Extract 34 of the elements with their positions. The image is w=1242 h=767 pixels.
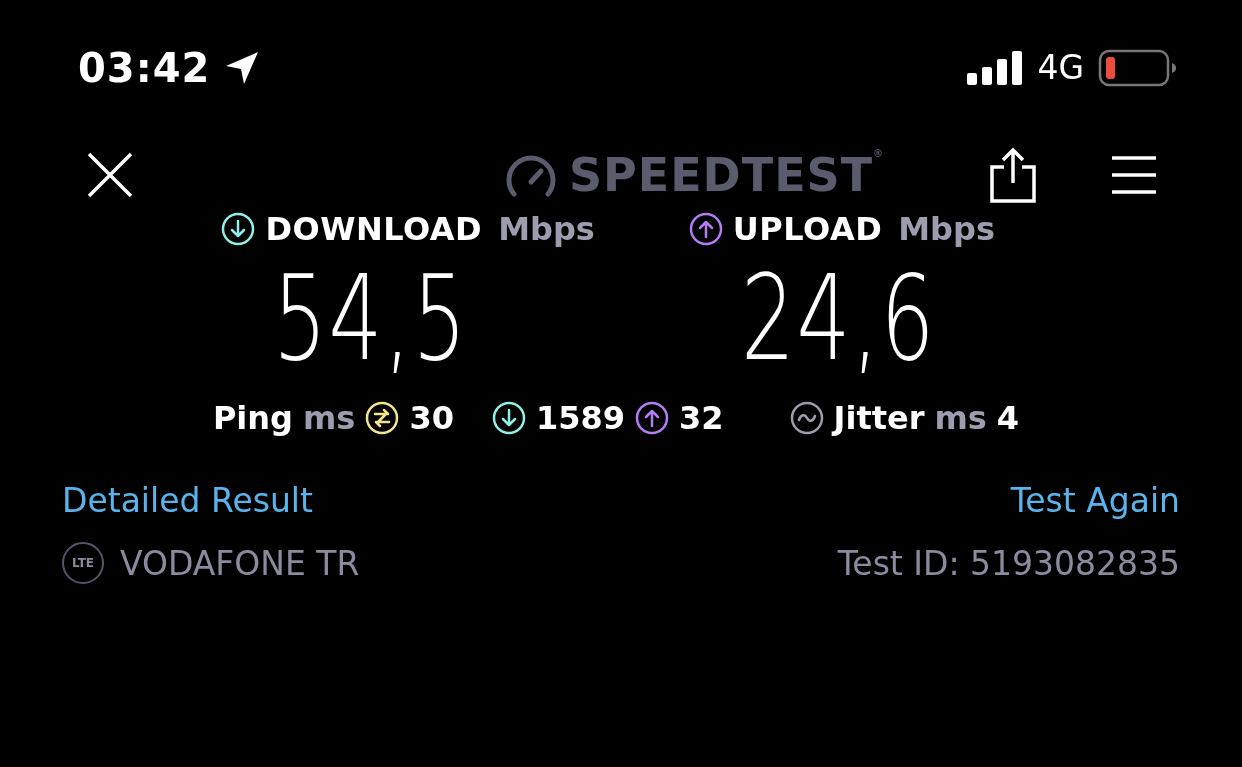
menu-icon[interactable] — [1112, 155, 1156, 195]
upload-icon — [634, 401, 669, 435]
ping-value: 30 — [409, 399, 454, 437]
test-id: Test ID: 5193082835 — [837, 543, 1180, 583]
battery-icon — [1098, 48, 1178, 87]
status-time: 03:42 — [78, 44, 211, 91]
jitter-label: Jitter — [833, 399, 925, 437]
share-icon[interactable] — [990, 147, 1036, 203]
download-icon — [491, 401, 526, 435]
unit-label: Mbps — [498, 210, 595, 248]
download-icon — [221, 212, 256, 246]
unit-label: ms — [303, 399, 356, 437]
test-again-link[interactable]: Test Again — [1010, 481, 1180, 520]
location-arrow-icon — [224, 49, 261, 86]
download-ping-value: 1589 — [535, 399, 625, 437]
unit-label: ms — [934, 399, 987, 437]
upload-icon — [688, 212, 723, 246]
unit-label: Mbps — [898, 210, 995, 248]
provider-name: VODAFONE TR — [120, 543, 360, 583]
signal-icon — [967, 50, 1024, 85]
upload-ping-value: 32 — [678, 399, 724, 437]
jitter-icon — [789, 401, 824, 435]
network-type: 4G — [1037, 48, 1084, 87]
lte-badge: LTE — [62, 542, 104, 584]
metric-label: DOWNLOAD — [265, 210, 483, 248]
speed-value: 54,5 — [273, 259, 470, 389]
speedtest-logo: SPEEDTEST$^{®}$ — [568, 148, 885, 202]
ping-label: Ping — [212, 399, 293, 437]
speed-value: 24,6 — [740, 259, 936, 389]
close-icon[interactable] — [86, 151, 134, 199]
jitter-value: 4 — [996, 399, 1020, 437]
detailed-result-link[interactable]: Detailed Result — [62, 481, 313, 520]
metric-label: UPLOAD — [732, 210, 883, 248]
ping-icon — [365, 401, 400, 435]
